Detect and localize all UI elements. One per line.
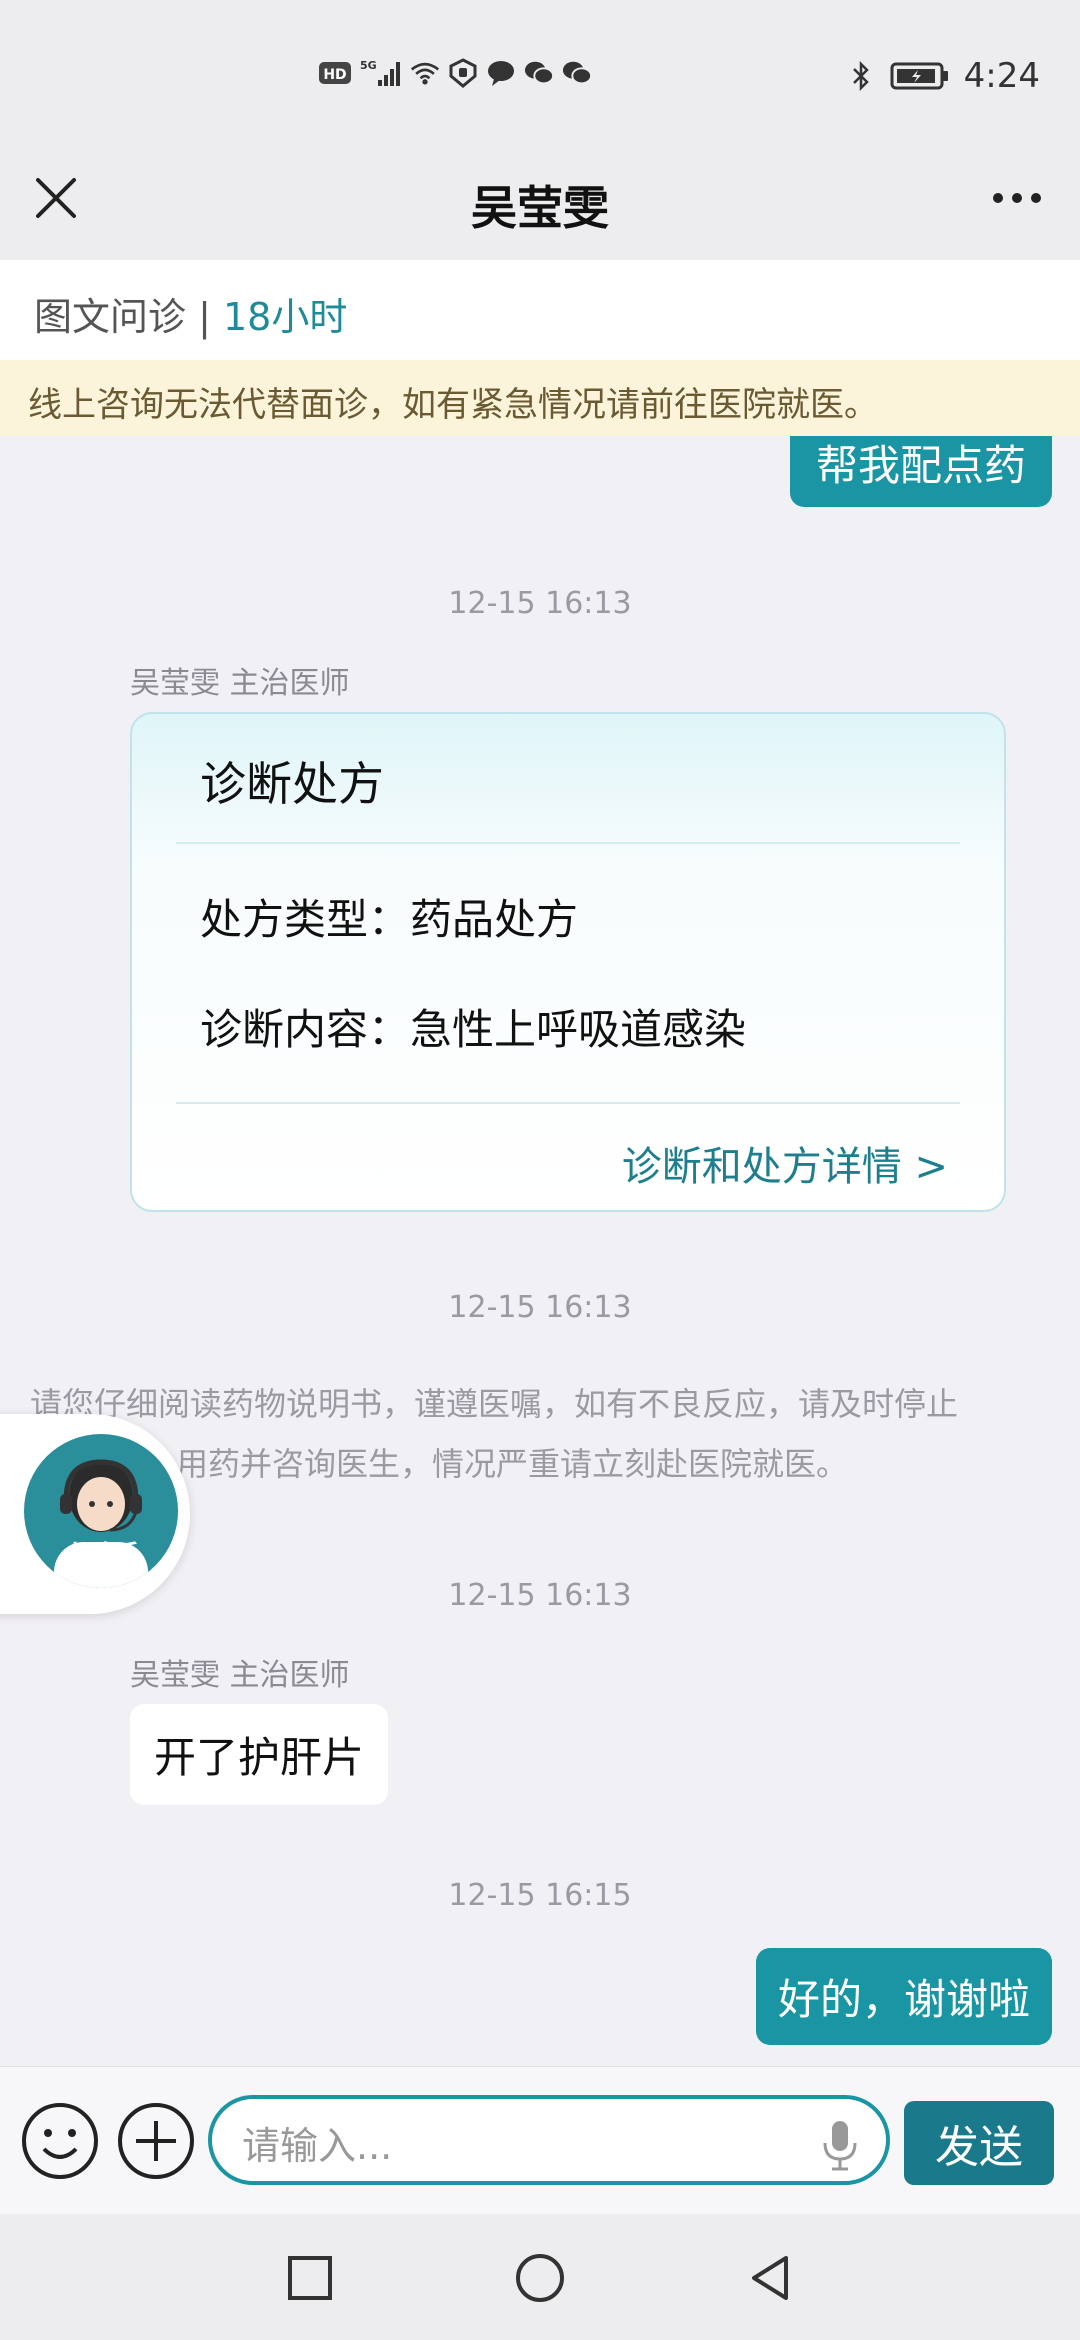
consult-info-bar: 图文问诊 | 18小时 — [0, 260, 1080, 360]
prescription-type-label: 处方类型： — [200, 895, 411, 944]
status-icons-left: HD 5G — [318, 58, 592, 88]
recent-apps-button[interactable] — [282, 2250, 338, 2306]
back-button[interactable] — [742, 2250, 798, 2306]
timestamp: 12-15 16:13 — [448, 586, 632, 621]
battery-icon — [890, 61, 950, 91]
back-triangle-icon — [752, 2256, 788, 2300]
bluetooth-icon — [846, 60, 876, 92]
prescription-type-row: 处方类型：药品处方 — [200, 886, 578, 947]
message-bubble-self[interactable]: 帮我配点药 — [789, 436, 1052, 507]
doctor-label: 吴莹雯 主治医师 — [130, 666, 350, 701]
wifi-icon — [410, 58, 440, 88]
svg-text:HD: HD — [323, 67, 346, 83]
chat-area[interactable]: 帮我配点药 12-15 16:13 吴莹雯 主治医师 诊断处方 处方类型：药品处… — [0, 436, 1080, 2066]
emoji-button[interactable] — [20, 2101, 100, 2181]
system-message-line: 请您仔细阅读药物说明书，谨遵医嘱，如有不良反应，请及时停止 — [30, 1385, 959, 1423]
prescription-details-link[interactable]: 诊断和处方详情 > — [622, 1134, 948, 1192]
diagnosis-row: 诊断内容：急性上呼吸道感染 — [200, 996, 746, 1057]
divider — [176, 842, 960, 844]
svg-text:5G: 5G — [360, 59, 377, 72]
divider — [176, 1102, 960, 1104]
wechat-icon — [524, 58, 554, 88]
timestamp: 12-15 16:15 — [448, 1878, 632, 1913]
page-title: 吴莹雯 — [471, 181, 609, 235]
doctor-avatar[interactable] — [28, 716, 102, 790]
header: 吴莹雯 — [0, 150, 1080, 260]
system-nav-bar — [0, 2214, 1080, 2340]
notice-banner: 线上咨询无法代替面诊，如有紧急情况请前往医院就医。 — [0, 360, 1080, 436]
send-button[interactable]: 发送 — [904, 2101, 1054, 2185]
microphone-icon — [823, 2121, 857, 2171]
signal-5g-icon: 5G — [360, 58, 402, 88]
message-bubble-doctor[interactable]: 开了护肝片 — [130, 1704, 389, 1805]
hd-icon: HD — [318, 58, 352, 88]
plus-icon — [118, 2103, 194, 2179]
emoji-icon — [22, 2103, 98, 2179]
hand-shield-icon — [448, 58, 478, 88]
square-icon — [288, 2256, 332, 2300]
input-bar: 请输入... 发送 — [0, 2066, 1080, 2214]
more-dot-icon — [1012, 193, 1022, 203]
message-bubble-icon — [486, 58, 516, 88]
prescription-card[interactable]: 诊断处方 处方类型：药品处方 诊断内容：急性上呼吸道感染 诊断和处方详情 > — [130, 712, 1006, 1212]
add-button[interactable] — [116, 2101, 196, 2181]
more-dot-icon — [993, 193, 1003, 203]
timestamp: 12-15 16:13 — [448, 1578, 632, 1613]
wechat-icon-2 — [562, 58, 592, 88]
diagnosis-label: 诊断内容： — [200, 1005, 411, 1054]
system-message: 请您仔细阅读药物说明书，谨遵医嘱，如有不良反应，请及时停止 用药并咨询医生，情况… — [30, 1374, 1060, 1494]
clock-time: 4:24 — [963, 56, 1040, 96]
consult-hours: 18小时 — [222, 295, 348, 339]
diagnosis-value: 急性上呼吸道感染 — [410, 1005, 747, 1054]
status-bar: HD 5G 4:24 — [0, 0, 1080, 150]
more-dot-icon — [1031, 193, 1041, 203]
message-input[interactable]: 请输入... — [208, 2095, 890, 2185]
more-options-button[interactable] — [982, 176, 1052, 220]
assistant-avatar: 小助手 — [24, 1434, 178, 1588]
consult-type: 图文问诊 — [34, 295, 187, 339]
microphone-button[interactable] — [820, 2119, 860, 2173]
assistant-label: 小助手 — [61, 1541, 140, 1571]
circle-icon — [516, 2254, 564, 2302]
consult-separator: | — [186, 295, 223, 339]
doctor-label: 吴莹雯 主治医师 — [130, 1658, 350, 1693]
timestamp: 12-15 16:13 — [448, 1290, 632, 1325]
message-bubble-self[interactable]: 好的，谢谢啦 — [755, 1948, 1052, 2045]
home-button[interactable] — [512, 2250, 568, 2306]
status-icons-right: 4:24 — [846, 56, 1040, 96]
doctor-avatar[interactable] — [28, 1708, 102, 1782]
prescription-type-value: 药品处方 — [410, 895, 579, 944]
prescription-title: 诊断处方 — [200, 757, 384, 811]
